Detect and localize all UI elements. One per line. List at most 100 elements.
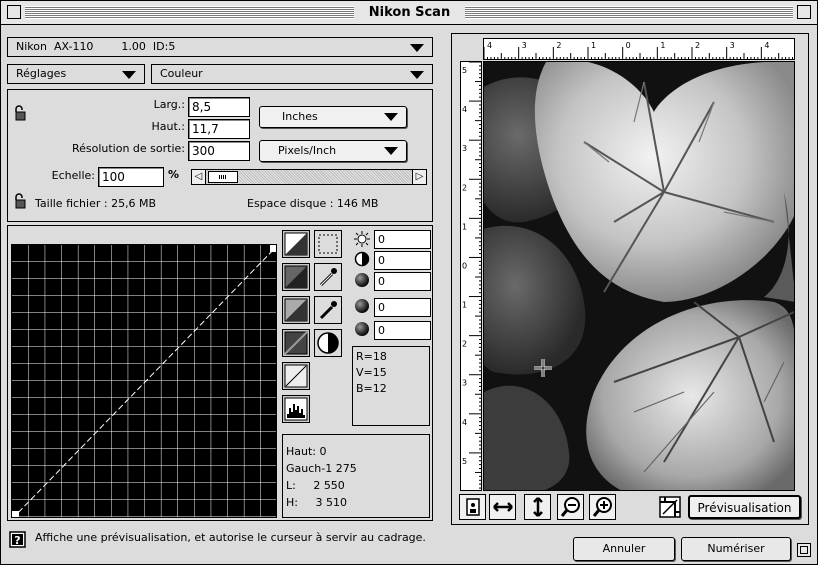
red-channel-icon — [355, 273, 369, 287]
ruler-label: 5 — [462, 66, 467, 75]
vertical-ruler-svg: 5 4 3 2 1 0 1 2 3 4 5 — [462, 62, 481, 489]
slider-thumb[interactable] — [208, 171, 238, 183]
help-text: Affiche une prévisualisation, et autoris… — [35, 531, 426, 544]
scan-button[interactable]: Numériser — [681, 537, 791, 561]
white-eyedropper-icon[interactable] — [314, 263, 342, 291]
lock-icon[interactable] — [13, 193, 29, 209]
color-mode-label: Couleur — [160, 67, 203, 80]
resolution-field[interactable]: 300 — [188, 141, 250, 161]
ruler-label: 1 — [462, 222, 467, 231]
title-bar[interactable]: Nikon Scan — [1, 1, 817, 25]
contrast-toggle-icon[interactable] — [314, 329, 342, 357]
ruler-label: 3 — [462, 144, 467, 153]
leaf-photo — [484, 62, 794, 490]
selection-left: Gauch-1 275 — [286, 462, 357, 475]
ruler-label: 0 — [626, 41, 631, 50]
zoom-in-icon[interactable] — [589, 494, 616, 520]
width-label: Larg.: — [153, 98, 185, 111]
fit-width-icon[interactable] — [489, 494, 516, 520]
green-balance-field[interactable]: 0 — [374, 298, 431, 317]
percent-sign: % — [168, 168, 180, 181]
scroll-left-arrow-icon[interactable]: ◁ — [192, 170, 206, 184]
chevron-down-icon — [410, 71, 424, 79]
resolution-units-popup[interactable]: Pixels/Inch — [259, 140, 407, 162]
histogram-tool[interactable] — [282, 395, 310, 423]
ruler-label: 2 — [462, 340, 467, 349]
resolution-units-label: Pixels/Inch — [278, 144, 337, 157]
zoom-box[interactable] — [797, 5, 811, 19]
chevron-down-icon — [410, 44, 424, 52]
crop-marquee-tool[interactable] — [314, 230, 342, 258]
selection-readout: Haut: 0 Gauch-1 275 L: 2 550 H: 3 510 — [282, 434, 430, 518]
ruler-label: 0 — [462, 261, 467, 270]
contrast-field[interactable]: 0 — [374, 251, 431, 270]
scanner-popup[interactable]: Nikon AX-110 1.00 ID:5 — [7, 37, 433, 57]
crosshair-cursor-icon — [534, 359, 552, 377]
blue-balance-field[interactable]: 0 — [374, 321, 431, 340]
scroll-right-arrow-icon[interactable]: ▷ — [412, 170, 426, 184]
help-icon[interactable]: ? — [9, 531, 27, 549]
width-field[interactable]: 8,5 — [188, 97, 250, 117]
scanner-label: Nikon AX-110 1.00 ID:5 — [16, 40, 176, 53]
cancel-button[interactable]: Annuler — [573, 537, 675, 561]
red-curve-tool[interactable] — [282, 263, 310, 291]
crop-tool-icon[interactable] — [459, 494, 486, 520]
window-title: Nikon Scan — [354, 4, 465, 22]
ruler-label: 1 — [660, 41, 665, 50]
lock-icon[interactable] — [13, 105, 29, 121]
ruler-label: 2 — [695, 41, 700, 50]
ruler-label: 2 — [462, 183, 467, 192]
chevron-down-icon — [384, 113, 398, 121]
ruler-label: 4 — [764, 41, 769, 50]
preview-button[interactable]: Prévisualisation — [688, 495, 801, 519]
tone-curve-graph[interactable] — [11, 244, 277, 518]
horizontal-ruler: 4 3 2 1 0 1 2 3 4 — [483, 38, 795, 60]
ruler-label: 3 — [730, 41, 735, 50]
auto-crop-icon[interactable] — [657, 494, 685, 520]
green-curve-tool[interactable] — [282, 296, 310, 324]
height-field[interactable]: 11,7 — [188, 119, 250, 139]
curve-endpoint-handle[interactable] — [270, 245, 277, 252]
rgb-b-value: B=12 — [356, 382, 387, 395]
scale-field[interactable]: 100 — [98, 167, 164, 187]
brightness-field[interactable]: 0 — [374, 230, 431, 249]
blue-channel-icon — [355, 322, 369, 336]
preview-image[interactable] — [483, 61, 795, 491]
horizontal-ruler-svg: 4 3 2 1 0 1 2 3 4 — [484, 41, 794, 59]
linear-curve-tool[interactable] — [282, 362, 310, 390]
brightness-icon — [354, 231, 370, 247]
color-mode-popup[interactable]: Couleur — [151, 64, 433, 84]
resize-grip-icon[interactable] — [797, 543, 811, 557]
vertical-ruler: 5 4 3 2 1 0 1 2 3 4 5 — [460, 61, 482, 491]
height-label: Haut.: — [151, 120, 186, 133]
fit-height-icon[interactable] — [524, 494, 551, 520]
zoom-out-icon[interactable] — [557, 494, 584, 520]
ruler-label: 3 — [522, 41, 527, 50]
units-label: Inches — [282, 110, 318, 123]
ruler-label: 1 — [462, 301, 467, 310]
curve-endpoint-handle[interactable] — [12, 511, 19, 518]
red-balance-field[interactable]: 0 — [374, 272, 431, 291]
contrast-icon — [354, 251, 370, 267]
chevron-down-icon — [384, 147, 398, 155]
resolution-label: Résolution de sortie: — [71, 142, 185, 155]
blue-curve-tool[interactable] — [282, 329, 310, 357]
units-popup[interactable]: Inches — [259, 106, 407, 128]
reglages-popup[interactable]: Réglages — [7, 64, 145, 84]
master-curve-tool[interactable] — [282, 230, 310, 258]
close-box[interactable] — [7, 5, 21, 19]
green-channel-icon — [355, 299, 369, 313]
rgb-r-value: R=18 — [356, 350, 387, 363]
nikon-scan-window: Nikon Scan Nikon AX-110 1.00 ID:5 Réglag… — [0, 0, 818, 565]
ruler-label: 4 — [487, 41, 492, 50]
chevron-down-icon — [122, 71, 136, 79]
tone-curve-svg[interactable] — [12, 245, 277, 518]
ruler-label: 4 — [462, 105, 467, 114]
black-eyedropper-icon[interactable] — [314, 296, 342, 324]
file-size-text: Taille fichier : 25,6 MB — [35, 197, 157, 210]
scale-label: Echelle: — [51, 169, 95, 182]
scale-slider[interactable]: ◁ ▷ — [191, 169, 427, 185]
ruler-label: 1 — [591, 41, 596, 50]
ruler-label: 3 — [462, 379, 467, 388]
ruler-label: 4 — [462, 418, 467, 427]
